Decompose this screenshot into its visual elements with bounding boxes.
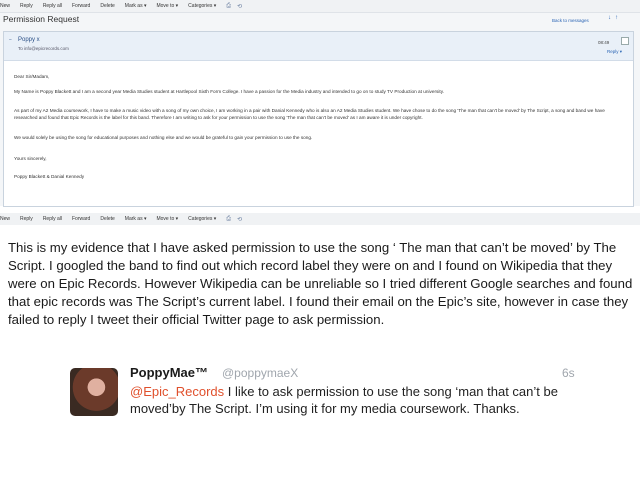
sync-icon[interactable]: ⟲ [237,3,242,10]
arrow-up-icon[interactable]: ↑ [615,15,622,21]
reply-button[interactable]: Reply [20,216,33,222]
email-subject: Permission Request [3,14,80,24]
email-message: − Poppy x To info@epicrecords.com 08:49 … [3,31,634,207]
email-paragraph-1: My Name is Poppy Blackett and I am a sec… [14,89,445,94]
arrow-down-icon[interactable]: ↓ [608,15,615,21]
tweet-author-handle: @poppymaeX [222,366,299,380]
reply-button[interactable]: Reply [20,3,33,9]
move-to-menu[interactable]: Move to ▾ [156,216,178,222]
forward-button[interactable]: Forward [72,216,90,222]
sender-name[interactable]: Poppy x [18,37,40,43]
email-greeting: Dear Sir/Madam, [14,74,50,79]
email-paragraph-3: We would solely be using the song for ed… [14,135,313,140]
tweet-screenshot: PoppyMae™ @poppymaeX 6s @Epic_Records I … [0,352,640,479]
print-icon[interactable]: ⎙ [226,3,231,10]
delete-button[interactable]: Delete [100,216,114,222]
tweet-mention-link[interactable]: @Epic_Records [130,384,224,399]
delete-button[interactable]: Delete [100,3,114,9]
email-paragraph-2: As part of my A2 Media coursework, I hav… [14,108,605,120]
email-toolbar: New Reply Reply all Forward Delete Mark … [0,0,640,13]
avatar [70,368,118,416]
collapse-icon[interactable]: − [9,37,12,43]
move-to-menu[interactable]: Move to ▾ [156,3,178,9]
mark-as-menu[interactable]: Mark as ▾ [125,216,147,222]
evidence-paragraph: This is my evidence that I have asked pe… [8,240,633,327]
sync-icon[interactable]: ⟲ [237,216,242,223]
mark-as-menu[interactable]: Mark as ▾ [125,3,147,9]
reply-menu[interactable]: Reply ▾ [607,49,622,55]
nav-arrows[interactable]: ↓↑ [608,15,622,21]
forward-button[interactable]: Forward [72,3,90,9]
message-time: 08:49 [598,40,610,45]
tweet-timestamp: 6s [562,366,575,380]
new-button[interactable]: New [0,3,10,9]
reply-all-button[interactable]: Reply all [43,216,62,222]
new-button[interactable]: New [0,216,10,222]
reply-all-button[interactable]: Reply all [43,3,62,9]
email-screenshot: New Reply Reply all Forward Delete Mark … [0,0,640,207]
categories-menu[interactable]: Categories ▾ [188,3,216,9]
email-toolbar-bottom: New Reply Reply all Forward Delete Mark … [0,213,640,225]
email-closing: Yours sincerely, [14,156,47,161]
tweet-author-name: PoppyMae™ [130,365,209,380]
back-to-messages-link[interactable]: Back to messages [552,18,589,23]
tweet-text: @Epic_Records I like to ask permission t… [130,383,600,417]
select-checkbox[interactable] [621,37,629,45]
sender-header: − Poppy x To info@epicrecords.com 08:49 … [4,32,633,61]
print-icon[interactable]: ⎙ [226,216,231,223]
categories-menu[interactable]: Categories ▾ [188,216,216,222]
recipient-line: To info@epicrecords.com [18,46,69,51]
email-signature: Poppy Blackett & Danial Kennedy [14,174,85,179]
